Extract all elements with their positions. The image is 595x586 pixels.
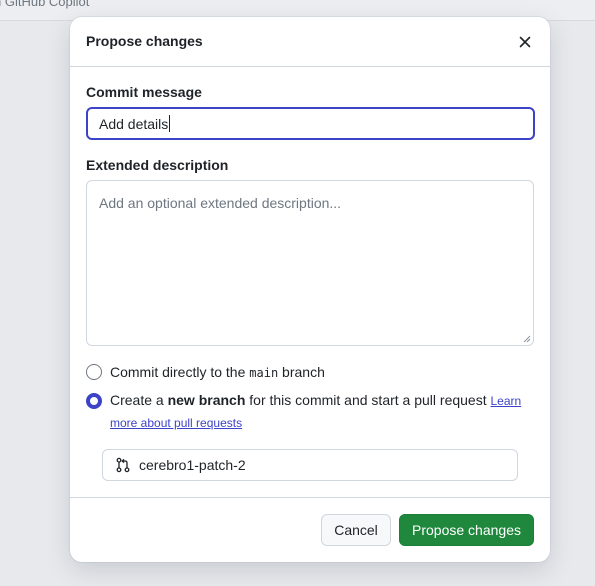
commit-message-value: Add details xyxy=(99,115,169,132)
propose-changes-dialog: Propose changes Commit message Add detai… xyxy=(70,17,550,562)
new-branch-option[interactable]: Create a new branch for this commit and … xyxy=(86,392,526,434)
new-branch-radio[interactable] xyxy=(86,393,102,409)
resize-grip-icon[interactable] xyxy=(523,335,531,343)
branch-name-value: cerebro1-patch-2 xyxy=(139,457,246,473)
commit-direct-option[interactable]: Commit directly to the main branch xyxy=(86,363,325,382)
branch-name-main: main xyxy=(249,366,279,380)
dialog-footer: Cancel Propose changes xyxy=(70,497,550,562)
dialog-header: Propose changes xyxy=(70,17,550,67)
commit-direct-label: Commit directly to the main branch xyxy=(110,364,325,380)
commit-direct-radio[interactable] xyxy=(86,364,102,380)
extended-description-textarea[interactable]: Add an optional extended description... xyxy=(86,180,534,346)
extended-description-label: Extended description xyxy=(86,157,229,173)
commit-message-label: Commit message xyxy=(86,84,202,100)
close-button[interactable] xyxy=(514,31,536,53)
background-header-text: n GitHub Copilot xyxy=(0,0,90,9)
commit-message-input[interactable]: Add details xyxy=(86,107,535,140)
dialog-title: Propose changes xyxy=(86,33,203,49)
text-caret xyxy=(169,115,171,132)
branch-name-input[interactable]: cerebro1-patch-2 xyxy=(102,449,518,481)
cancel-button[interactable]: Cancel xyxy=(321,514,391,546)
git-pull-request-icon xyxy=(115,457,131,473)
x-icon xyxy=(519,36,531,48)
propose-changes-button[interactable]: Propose changes xyxy=(399,514,534,546)
new-branch-label: Create a new branch for this commit and … xyxy=(110,392,522,430)
extended-description-placeholder: Add an optional extended description... xyxy=(99,195,342,211)
